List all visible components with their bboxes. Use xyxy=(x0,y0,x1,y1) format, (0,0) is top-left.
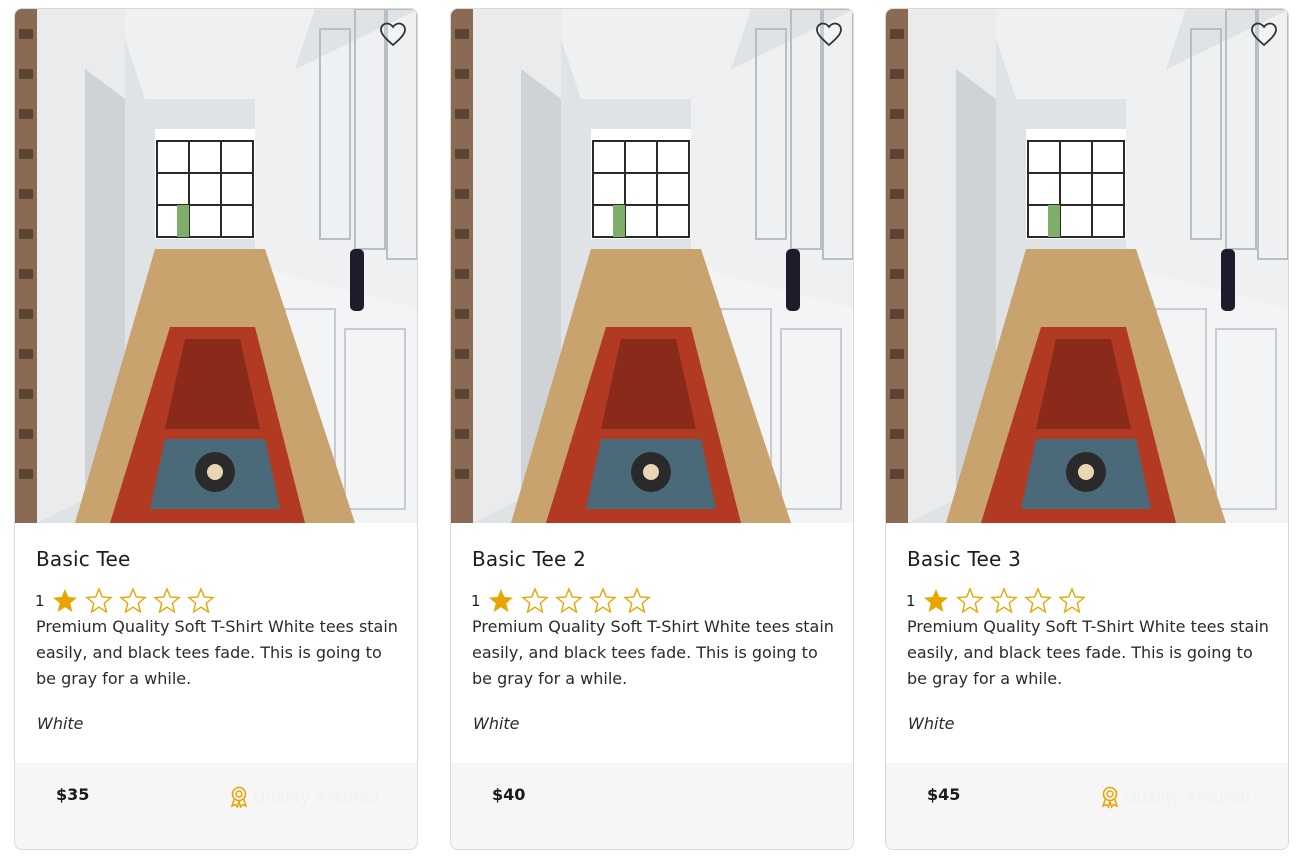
star-outline-icon[interactable] xyxy=(84,587,113,615)
heart-icon xyxy=(1251,22,1277,47)
product-color: White xyxy=(908,714,955,733)
star-outline-icon[interactable] xyxy=(186,587,215,615)
star-outline-icon[interactable] xyxy=(118,587,147,615)
heart-icon xyxy=(816,22,842,47)
product-grid: Basic Tee 1 Premium Quality Soft T-Shirt… xyxy=(0,0,1297,856)
card-footer: $45 Quality Assured xyxy=(886,763,1288,849)
quality-badge-label: Quality Assured xyxy=(252,787,379,807)
star-filled-icon[interactable] xyxy=(922,587,950,615)
card-footer: $35 Quality Assured xyxy=(15,763,417,849)
card-footer: $40 xyxy=(451,763,853,849)
award-ribbon-icon xyxy=(230,786,247,809)
star-outline-icon[interactable] xyxy=(588,587,617,615)
product-card[interactable]: Basic Tee 2 1 Premium Quality Soft T-Shi… xyxy=(450,8,854,850)
star-outline-icon[interactable] xyxy=(520,587,549,615)
product-image[interactable] xyxy=(886,9,1288,523)
product-price: $45 xyxy=(927,785,961,804)
quality-badge: Quality Assured xyxy=(227,785,379,809)
product-description: Premium Quality Soft T-Shirt White tees … xyxy=(36,617,398,688)
product-description: Premium Quality Soft T-Shirt White tees … xyxy=(907,617,1269,688)
product-color: White xyxy=(37,714,84,733)
rating: 1 xyxy=(35,587,221,615)
product-price: $35 xyxy=(56,785,90,804)
star-filled-icon[interactable] xyxy=(51,587,79,615)
product-color: White xyxy=(473,714,520,733)
quality-badge-label: Quality Assured xyxy=(1123,787,1250,807)
rating-value: 1 xyxy=(35,592,45,610)
product-card[interactable]: Basic Tee 1 Premium Quality Soft T-Shirt… xyxy=(14,8,418,850)
favorite-button[interactable] xyxy=(815,21,843,49)
star-filled-icon[interactable] xyxy=(487,587,515,615)
star-outline-icon[interactable] xyxy=(554,587,583,615)
star-outline-icon[interactable] xyxy=(152,587,181,615)
star-outline-icon[interactable] xyxy=(1023,587,1052,615)
award-ribbon-icon xyxy=(1101,786,1118,809)
star-outline-icon[interactable] xyxy=(622,587,651,615)
heart-icon xyxy=(380,22,406,47)
star-outline-icon[interactable] xyxy=(1057,587,1086,615)
product-price: $40 xyxy=(492,785,526,804)
rating: 1 xyxy=(471,587,657,615)
product-image[interactable] xyxy=(15,9,417,523)
product-description: Premium Quality Soft T-Shirt White tees … xyxy=(472,617,834,688)
product-image[interactable] xyxy=(451,9,853,523)
quality-badge: Quality Assured xyxy=(1098,785,1250,809)
product-card[interactable]: Basic Tee 3 1 Premium Quality Soft T-Shi… xyxy=(885,8,1289,850)
star-outline-icon[interactable] xyxy=(955,587,984,615)
star-outline-icon[interactable] xyxy=(989,587,1018,615)
rating-value: 1 xyxy=(906,592,916,610)
product-title[interactable]: Basic Tee 2 xyxy=(472,547,586,571)
product-title[interactable]: Basic Tee 3 xyxy=(907,547,1021,571)
rating-value: 1 xyxy=(471,592,481,610)
favorite-button[interactable] xyxy=(1250,21,1278,49)
product-title[interactable]: Basic Tee xyxy=(36,547,131,571)
rating: 1 xyxy=(906,587,1092,615)
favorite-button[interactable] xyxy=(379,21,407,49)
